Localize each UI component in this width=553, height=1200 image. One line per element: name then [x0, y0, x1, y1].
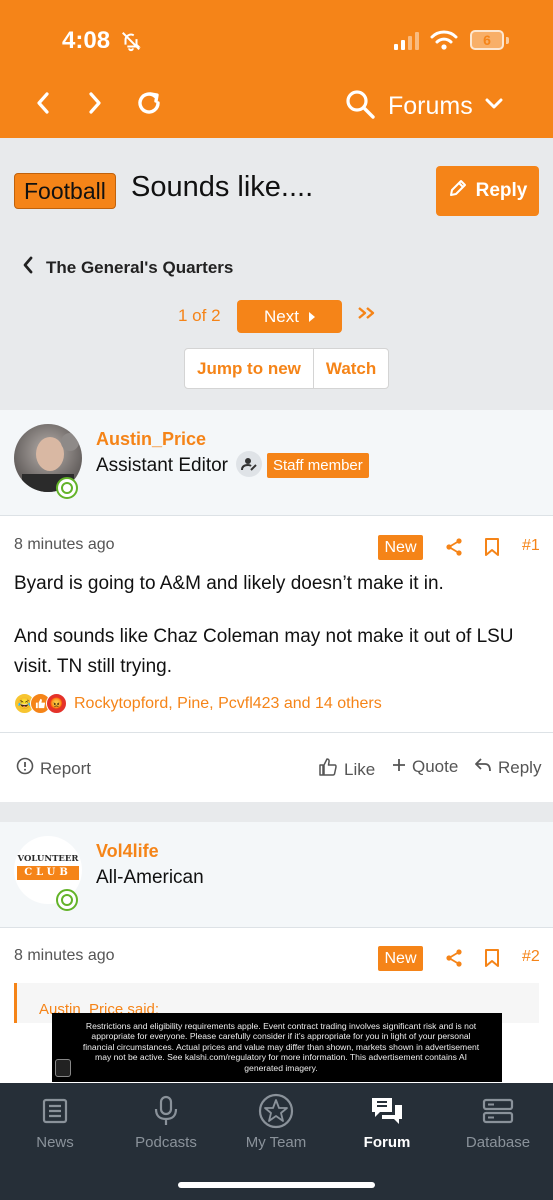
refresh-icon — [134, 88, 164, 123]
share-icon[interactable] — [444, 948, 464, 973]
new-badge: New — [378, 535, 423, 560]
avatar-text: CLUB — [17, 866, 79, 880]
plus-icon — [392, 757, 406, 777]
user-title: All-American — [96, 867, 204, 888]
tab-label: News — [36, 1134, 74, 1151]
alert-circle-icon — [16, 757, 34, 780]
post-time[interactable]: 8 minutes ago — [14, 947, 115, 965]
cellular-signal-icon — [394, 32, 420, 55]
wifi-icon — [430, 30, 458, 55]
ad-logo-icon — [55, 1059, 71, 1077]
tab-label: My Team — [245, 1134, 307, 1151]
reply-button-label: Reply — [475, 180, 528, 201]
thread-title: Sounds like.... — [131, 171, 314, 203]
next-page-button[interactable]: Next — [237, 300, 342, 333]
status-bar: 4:08 6 — [0, 0, 553, 72]
watch-button[interactable]: Watch — [314, 349, 388, 388]
status-time: 4:08 — [62, 27, 111, 54]
microphone-icon — [152, 1095, 180, 1132]
ad-disclaimer: Restrictions and eligibility requirement… — [82, 1021, 480, 1073]
post-paragraph: And sounds like Chaz Coleman may not mak… — [14, 626, 514, 677]
database-icon — [482, 1097, 514, 1130]
thread-prefix[interactable]: Football — [14, 173, 116, 209]
bookmark-icon[interactable] — [484, 949, 500, 972]
reactions-bar[interactable]: 😂 😡 Rockytopford, Pine, Pcvfl423 and 14 … — [14, 693, 382, 714]
post-number[interactable]: #1 — [522, 537, 540, 555]
thumbs-up-icon — [318, 757, 338, 782]
top-navbar: Forums — [0, 78, 553, 136]
report-label: Report — [40, 758, 92, 778]
angry-reaction-icon: 😡 — [46, 693, 67, 714]
quote-label: Quote — [412, 757, 459, 776]
battery-cap — [506, 37, 509, 44]
back-button[interactable] — [28, 90, 58, 120]
tab-label: Podcasts — [135, 1134, 197, 1151]
star-icon — [258, 1093, 294, 1134]
post-paragraph: Byard is going to A&M and likely doesn’t… — [14, 573, 444, 594]
news-icon — [40, 1096, 70, 1131]
jump-to-new-button[interactable]: Jump to new — [185, 349, 313, 388]
page-indicator[interactable]: 1 of 2 — [178, 306, 221, 326]
online-status-icon — [56, 889, 78, 911]
last-page-button[interactable] — [357, 306, 377, 325]
tab-database[interactable]: Database — [443, 1093, 553, 1163]
forums-label: Forums — [388, 91, 473, 120]
chevron-down-icon — [485, 97, 503, 115]
reaction-users[interactable]: Rockytopford, Pine, Pcvfl423 and 14 othe… — [74, 695, 382, 713]
avatar-text: VOLUNTEER — [17, 854, 79, 864]
chevron-right-icon — [87, 91, 103, 120]
new-badge: New — [378, 946, 423, 971]
search-icon — [344, 88, 376, 125]
breadcrumb[interactable]: The General's Quarters — [22, 256, 233, 279]
staff-icon — [236, 451, 262, 477]
post-number[interactable]: #2 — [522, 948, 540, 966]
home-indicator — [178, 1182, 375, 1188]
refresh-button[interactable] — [134, 90, 164, 120]
bookmark-icon[interactable] — [484, 538, 500, 561]
reply-arrow-icon — [474, 757, 492, 778]
quote-button[interactable]: Quote — [392, 757, 458, 777]
post-body: Byard is going to A&M and likely doesn’t… — [14, 569, 539, 682]
post-username[interactable]: Vol4life — [96, 841, 159, 862]
tab-label: Forum — [363, 1134, 411, 1151]
post-time[interactable]: 8 minutes ago — [14, 536, 115, 554]
pencil-icon — [448, 178, 468, 204]
forums-menu-button[interactable]: Forums — [344, 86, 503, 126]
reply-label: Reply — [498, 757, 542, 777]
post-user-info — [0, 822, 553, 928]
reply-button[interactable]: Reply — [436, 166, 539, 216]
tab-forum[interactable]: Forum — [332, 1093, 442, 1163]
thread-button-group: Jump to new Watch — [184, 348, 390, 389]
advertisement[interactable]: Restrictions and eligibility requirement… — [52, 1013, 502, 1082]
fast-forward-icon — [357, 307, 377, 324]
user-title: Assistant Editor — [96, 455, 228, 476]
like-button[interactable]: Like — [318, 757, 375, 782]
chat-bubbles-icon — [370, 1095, 404, 1132]
tab-label: Database — [465, 1134, 531, 1151]
share-icon[interactable] — [444, 537, 464, 562]
chevron-left-icon — [35, 91, 51, 120]
next-page-label: Next — [264, 306, 299, 326]
tab-my-team[interactable]: My Team — [221, 1093, 331, 1163]
reply-post-button[interactable]: Reply — [474, 757, 541, 778]
staff-badge: Staff member — [267, 453, 369, 478]
battery-indicator: 6 — [470, 30, 504, 50]
like-label: Like — [344, 759, 376, 779]
bell-muted-icon — [120, 30, 142, 57]
forward-button[interactable] — [80, 90, 110, 120]
online-status-icon — [56, 477, 78, 499]
report-button[interactable]: Report — [16, 757, 91, 780]
post-username[interactable]: Austin_Price — [96, 429, 206, 450]
caret-right-icon — [308, 307, 315, 327]
tab-news[interactable]: News — [0, 1093, 110, 1163]
tab-podcasts[interactable]: Podcasts — [111, 1093, 221, 1163]
post-actions: Report Like Quote Reply — [0, 732, 553, 802]
breadcrumb-label: The General's Quarters — [46, 257, 234, 277]
chevron-left-icon — [22, 256, 34, 279]
